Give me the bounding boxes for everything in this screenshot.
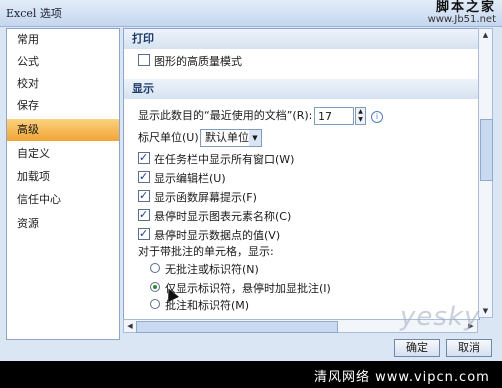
window-title: Excel 选项	[6, 7, 62, 20]
chevron-down-icon: ▼	[249, 130, 261, 146]
comments-and-indicators-radio[interactable]	[150, 299, 160, 309]
show-all-windows-option[interactable]: 在任务栏中显示所有窗口(W)	[138, 149, 295, 169]
no-comments-label: 无批注或标识符(N)	[165, 263, 259, 276]
scroll-down-icon[interactable]: ▼	[480, 305, 491, 317]
no-comments-option[interactable]: 无批注或标识符(N)	[150, 261, 259, 279]
show-all-windows-checkbox[interactable]	[138, 149, 150, 167]
vertical-scrollbar[interactable]: ▲ ▼	[478, 28, 493, 318]
chart-element-names-option[interactable]: 悬停时显示图表元素名称(C)	[138, 206, 292, 226]
ruler-units-value: 默认单位	[205, 131, 249, 144]
ok-button[interactable]: 确定	[394, 339, 440, 357]
sidebar-item-advanced[interactable]: 高级	[7, 119, 119, 141]
print-section-header: 打印	[124, 29, 479, 49]
info-icon: i	[371, 111, 383, 123]
horizontal-scroll-thumb[interactable]	[136, 321, 338, 333]
show-formula-bar-label: 显示编辑栏(U)	[154, 172, 226, 185]
show-all-windows-label: 在任务栏中显示所有窗口(W)	[154, 153, 295, 166]
show-screentips-checkbox[interactable]	[138, 187, 150, 205]
options-window: Excel 选项 脚本之家 www.Jb51.net 常用 公式 校对 保存 高…	[0, 0, 502, 361]
chart-element-names-label: 悬停时显示图表元素名称(C)	[154, 210, 292, 223]
comments-and-indicators-option[interactable]: 批注和标识符(M)	[150, 297, 249, 315]
bottom-watermark-text: 清风网络 www.vipcn.com	[314, 370, 490, 385]
high-quality-checkbox[interactable]	[138, 54, 150, 66]
sidebar-item-addins[interactable]: 加载项	[7, 166, 119, 188]
vertical-scroll-thumb[interactable]	[480, 119, 493, 181]
yesky-watermark: yesky	[400, 302, 481, 332]
watermark-top: 脚本之家 www.Jb51.net	[427, 0, 496, 26]
sidebar-item-common[interactable]: 常用	[7, 29, 119, 51]
comments-and-indicators-label: 批注和标识符(M)	[165, 299, 250, 312]
title-bar: Excel 选项 脚本之家 www.Jb51.net	[0, 0, 502, 27]
recent-docs-label: 显示此数目的“最近使用的文档”(R):	[138, 109, 313, 122]
bottom-watermark-bar: 清风网络 www.vipcn.com	[0, 361, 502, 388]
recent-docs-spinner[interactable]: ▲ ▼	[355, 107, 366, 125]
indicators-only-radio[interactable]	[150, 282, 160, 292]
show-screentips-option[interactable]: 显示函数屏幕提示(F)	[138, 187, 257, 207]
display-section-header: 显示	[124, 79, 479, 99]
sidebar-item-resources[interactable]: 资源	[7, 213, 119, 235]
ruler-units-select[interactable]: 默认单位 ▼	[200, 129, 262, 147]
category-sidebar: 常用 公式 校对 保存 高级 自定义 加载项 信任中心 资源	[6, 28, 120, 340]
options-content: 打印 图形的高质量模式 显示 显示此数目的“最近使用的文档”(R): 17 ▲ ▼…	[123, 28, 480, 320]
sidebar-item-trust-center[interactable]: 信任中心	[7, 189, 119, 211]
watermark-site: 脚本之家	[435, 0, 496, 15]
recent-docs-input[interactable]: 17	[314, 107, 354, 125]
high-quality-option[interactable]: 图形的高质量模式	[138, 53, 242, 71]
scroll-left-icon[interactable]: ◀	[124, 320, 136, 332]
sidebar-item-customize[interactable]: 自定义	[7, 143, 119, 165]
sidebar-item-save[interactable]: 保存	[7, 95, 119, 117]
cancel-button[interactable]: 取消	[446, 339, 492, 357]
scroll-up-icon[interactable]: ▲	[480, 29, 491, 41]
show-formula-bar-checkbox[interactable]	[138, 168, 150, 186]
chart-element-names-checkbox[interactable]	[138, 206, 150, 224]
no-comments-radio[interactable]	[150, 263, 160, 273]
ruler-units-label: 标尺单位(U)	[138, 131, 199, 144]
data-point-values-label: 悬停时显示数据点的值(V)	[154, 229, 281, 242]
comment-display-label: 对于带批注的单元格，显示:	[138, 245, 274, 258]
watermark-url: www.Jb51.net	[427, 14, 496, 25]
indicators-only-label: 仅显示标识符，悬停时加显批注(I)	[165, 282, 331, 295]
high-quality-label: 图形的高质量模式	[154, 55, 242, 68]
show-screentips-label: 显示函数屏幕提示(F)	[154, 191, 257, 204]
data-point-values-checkbox[interactable]	[138, 225, 150, 243]
show-formula-bar-option[interactable]: 显示编辑栏(U)	[138, 168, 226, 188]
sidebar-item-proofing[interactable]: 校对	[7, 73, 119, 95]
sidebar-item-formulas[interactable]: 公式	[7, 51, 119, 73]
